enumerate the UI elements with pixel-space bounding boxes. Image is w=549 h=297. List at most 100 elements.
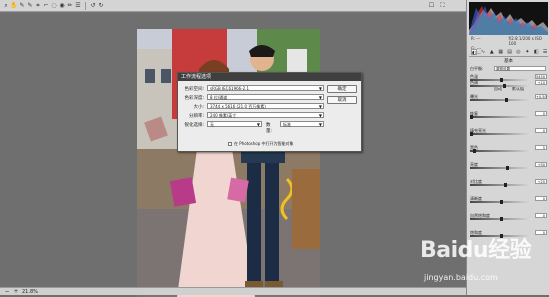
dialog-title: 工作流程选项 (178, 73, 361, 81)
slider-thumb[interactable] (503, 84, 506, 88)
slider-track[interactable] (470, 150, 532, 152)
crop-tool-icon[interactable]: ⌗ (35, 2, 41, 9)
chevron-down-icon: ▼ (318, 122, 322, 127)
tab-lens[interactable]: ◎ (516, 49, 522, 55)
color-space-select[interactable]: sRGB IEC61966-2.1 ▼ (207, 85, 324, 91)
tab-hsl[interactable]: ▦ (498, 49, 504, 55)
preferences-tool-icon[interactable]: ☰ (75, 2, 81, 9)
status-bar: − + 21.8% (0, 287, 466, 295)
slider-thumb[interactable] (500, 217, 503, 221)
smart-object-checkbox-row[interactable]: 在 Photoshop 中打开为智能对象 (228, 141, 294, 147)
chevron-down-icon: ▼ (318, 104, 322, 109)
slider-thumb[interactable] (470, 115, 473, 119)
resolution-value: 240 像素/英寸 (210, 113, 237, 118)
rotate-right-icon[interactable]: ↻ (98, 2, 104, 9)
chevron-down-icon: ▼ (318, 86, 322, 91)
slider-value-field[interactable]: 5450 (535, 74, 547, 79)
sharpen-select[interactable]: 无 ▼ (207, 121, 262, 127)
tab-calibration[interactable]: ◧ (533, 49, 539, 55)
slider-value-field[interactable]: 5 (535, 145, 547, 150)
color-depth-value: 8 位/通道 (210, 95, 228, 100)
preview-photo (137, 29, 320, 297)
slider-thumb[interactable] (470, 132, 473, 136)
toolbar-divider (85, 1, 86, 10)
slider-track[interactable] (470, 184, 532, 186)
smart-object-checkbox[interactable] (228, 142, 232, 146)
slider-track[interactable] (470, 85, 532, 87)
zoom-level[interactable]: 21.8% (22, 289, 38, 295)
resolution-field[interactable]: 240 像素/英寸 ▼ (207, 112, 324, 118)
image-canvas[interactable]: 工作流程选项 色彩空间: sRGB IEC61966-2.1 ▼ 色彩深度: 8… (0, 13, 466, 297)
chevron-down-icon: ▼ (256, 122, 260, 127)
watermark-url: jingyan.baidu.com (424, 273, 498, 282)
histogram-readout: R: --- f/2.8 1/200 s ISO 100 G: --- B: -… (469, 36, 548, 56)
sharpen-amount-select[interactable]: 标准 ▼ (280, 121, 324, 127)
slider-row: 亮度 +50 (470, 162, 547, 170)
slider-value-field[interactable]: +0.50 (535, 94, 547, 99)
slider-track[interactable] (470, 99, 532, 101)
straighten-tool-icon[interactable]: ⌐ (43, 2, 49, 9)
size-label: 大小: (193, 105, 204, 110)
slider-row: 清晰度 0 (470, 196, 547, 204)
tab-detail[interactable]: ▲ (489, 49, 495, 55)
zoom-tool-icon[interactable]: ⌕ (3, 2, 9, 9)
slider-track[interactable] (470, 167, 532, 169)
slider-track[interactable] (470, 133, 532, 135)
sharpen-label: 锐化选择: (184, 123, 204, 128)
preview-checkbox-icon[interactable]: ☐ (428, 2, 435, 9)
cancel-button[interactable]: 取消 (327, 96, 357, 104)
hand-tool-icon[interactable]: ✋ (10, 2, 17, 9)
color-sampler-tool-icon[interactable]: ✎ (27, 2, 33, 9)
zoom-in-icon[interactable]: + (13, 288, 19, 295)
brush-tool-icon[interactable]: ✏ (67, 2, 73, 9)
top-toolbar: ⌕ ✋ ✎ ✎ ⌗ ⌐ ◌ ◉ ✏ ☰ ↺ ↻ ☐ ⛶ (0, 0, 466, 12)
sharpen-amount-value: 标准 (283, 122, 291, 127)
color-depth-select[interactable]: 8 位/通道 ▼ (207, 94, 324, 100)
slider-thumb[interactable] (504, 183, 507, 187)
slider-thumb[interactable] (505, 98, 508, 102)
slider-value-field[interactable]: 0 (535, 213, 547, 218)
slider-value-field[interactable]: +25 (535, 179, 547, 184)
size-select[interactable]: 3744 x 5616 (21.0 百万像素) ▼ (207, 103, 324, 109)
white-balance-select[interactable]: 原照设置 (494, 66, 546, 71)
tab-split-toning[interactable]: ▤ (507, 49, 513, 55)
slider-value-field[interactable]: 0 (535, 111, 547, 116)
slider-track[interactable] (470, 116, 532, 118)
slider-thumb[interactable] (473, 149, 476, 153)
white-balance-row: 白平衡: 原照设置 (470, 66, 547, 74)
section-title: 基本 (504, 59, 513, 64)
slider-thumb[interactable] (506, 166, 509, 170)
slider-value-field[interactable]: 0 (535, 196, 547, 201)
chevron-down-icon: ▼ (318, 95, 322, 100)
red-eye-tool-icon[interactable]: ◉ (59, 2, 65, 9)
smart-object-label: 在 Photoshop 中打开为智能对象 (234, 141, 294, 146)
slider-row: 色调 +10 (470, 80, 547, 88)
sharpen-amount-label: 数量: (266, 123, 273, 134)
slider-value-field[interactable]: +50 (535, 162, 547, 167)
resolution-label: 分辨率: (188, 114, 204, 119)
ok-button[interactable]: 确定 (327, 85, 357, 93)
camera-raw-window: ⌕ ✋ ✎ ✎ ⌗ ⌐ ◌ ◉ ✏ ☰ ↺ ↻ ☐ ⛶ 工作流程选项 色彩空间:… (0, 0, 549, 297)
slider-value-field[interactable]: 0 (535, 128, 547, 133)
slider-row: 填充亮光 0 (470, 128, 547, 136)
chevron-down-icon: ▼ (318, 113, 322, 118)
spot-removal-tool-icon[interactable]: ◌ (51, 2, 57, 9)
zoom-out-icon[interactable]: − (4, 288, 10, 295)
tab-effects[interactable]: ✦ (524, 49, 530, 55)
slider-row: 对比度 +25 (470, 179, 547, 187)
slider-row: 恢复 0 (470, 111, 547, 119)
white-balance-label: 白平衡: (470, 66, 484, 71)
slider-thumb[interactable] (500, 200, 503, 204)
slider-row: 自然饱和度 0 (470, 213, 547, 221)
red-readout: R: --- (471, 36, 481, 41)
rotate-left-icon[interactable]: ↺ (90, 2, 96, 9)
exif-readout: f/2.8 1/200 s ISO 100 (508, 36, 542, 46)
slider-value-field[interactable]: +10 (535, 80, 547, 85)
baidu-watermark: Baidu经验 jingyan.baidu.com (420, 232, 545, 290)
fullscreen-icon[interactable]: ⛶ (439, 2, 446, 9)
tab-tone-curve[interactable]: ∿ (480, 49, 486, 55)
white-balance-tool-icon[interactable]: ✎ (19, 2, 25, 9)
tab-basic[interactable]: ◐ (471, 49, 477, 56)
tab-presets[interactable]: ☰ (542, 49, 548, 55)
color-space-value: sRGB IEC61966-2.1 (210, 86, 250, 91)
